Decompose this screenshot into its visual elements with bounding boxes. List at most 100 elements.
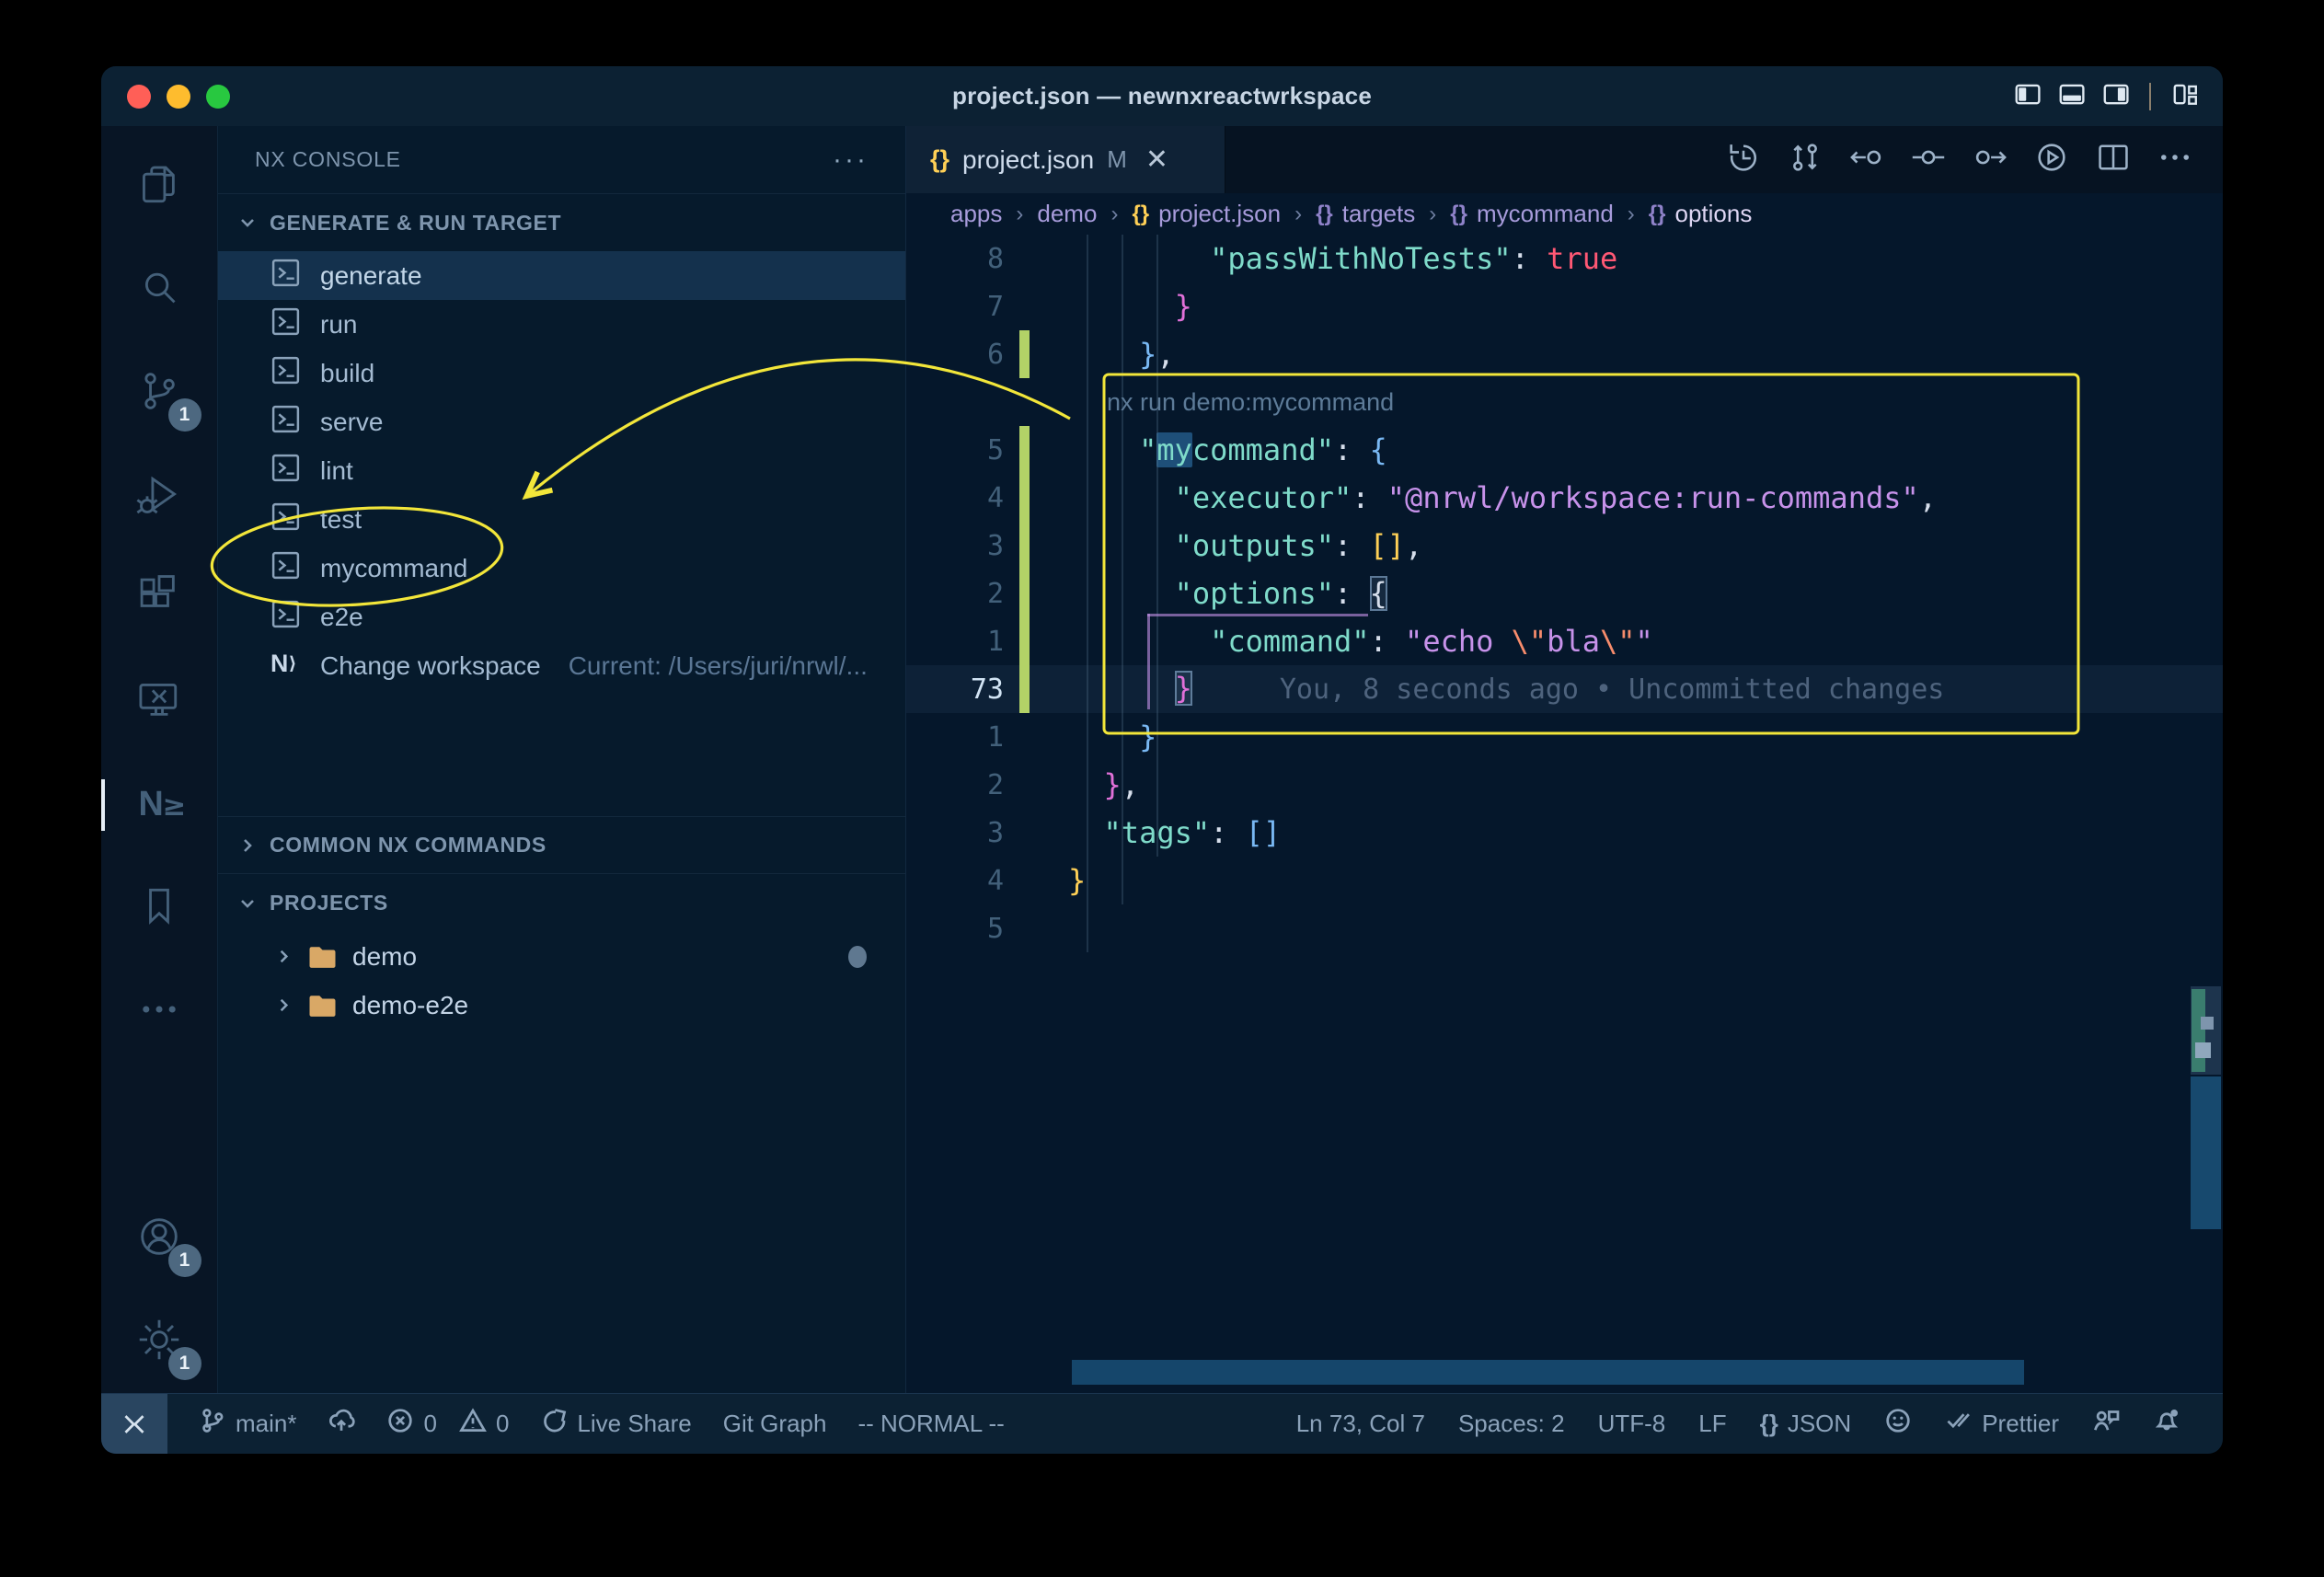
gutter [1019, 809, 1030, 857]
status-problems[interactable]: 00 [386, 1407, 509, 1441]
timeline-icon[interactable] [1725, 139, 1762, 180]
status-feedback[interactable] [1884, 1407, 1912, 1441]
fetch-icon[interactable] [1787, 139, 1824, 180]
activity-bar-item-remote-explorer[interactable] [101, 650, 218, 754]
codelens-run-command[interactable]: nx run demo:mycommand [1107, 388, 1394, 417]
breadcrumb-item-apps[interactable]: apps [950, 200, 1002, 228]
breadcrumb-label: targets [1342, 200, 1416, 228]
tab-close-icon[interactable]: ✕ [1145, 144, 1168, 176]
activity-bar-item-run-debug[interactable] [101, 444, 218, 547]
line-number: 5 [906, 913, 1017, 945]
sidebar-item-mycommand[interactable]: mycommand [218, 544, 905, 593]
horizontal-scrollbar[interactable] [1072, 1360, 2024, 1385]
activity-bar-item-more[interactable] [101, 960, 218, 1063]
more-icon[interactable] [2157, 139, 2193, 180]
sidebar-item-change-workspace[interactable]: N⟩Change workspaceCurrent: /Users/juri/n… [218, 641, 905, 690]
status-label: 0 [496, 1410, 509, 1438]
vertical-scrollbar-thumb[interactable] [2191, 1076, 2221, 1229]
sidebar-more-actions-icon[interactable]: ··· [833, 144, 869, 176]
indent-guide [1156, 235, 1158, 857]
close-window-button[interactable] [127, 85, 151, 109]
section-projects[interactable]: PROJECTS [218, 874, 905, 932]
status-cursor-position[interactable]: Ln 73, Col 7 [1296, 1410, 1425, 1438]
project-row-demo[interactable]: demo [218, 932, 905, 981]
tab-project-json[interactable]: {} project.json M ✕ [906, 126, 1225, 193]
breadcrumb-item-targets[interactable]: {}targets [1316, 200, 1415, 228]
editor-actions [1725, 126, 2223, 193]
change-icon[interactable] [1910, 139, 1947, 180]
status-prettier[interactable]: Prettier [1945, 1407, 2059, 1441]
status-label: -- NORMAL -- [857, 1410, 1004, 1438]
explorer-icon [135, 161, 183, 213]
status-person-feedback[interactable] [2092, 1407, 2120, 1441]
minimap-mark[interactable] [2201, 1017, 2214, 1030]
breadcrumb-item-options[interactable]: {}options [1649, 200, 1753, 228]
cloud-icon [328, 1407, 355, 1441]
breadcrumb-item-mycommand[interactable]: {}mycommand [1450, 200, 1614, 228]
status-sync[interactable] [328, 1407, 355, 1441]
code-editor[interactable]: 8 "passWithNoTests": true7 }6 },nx run d… [906, 235, 2223, 1393]
activity-bar-item-explorer[interactable] [101, 135, 218, 238]
sidebar-item-label: test [320, 505, 362, 535]
line-number: 1 [906, 721, 1017, 754]
activity-bar-item-accounts[interactable]: 1 [101, 1187, 218, 1290]
split-editor-icon[interactable] [2095, 139, 2132, 180]
breadcrumb-item-demo[interactable]: demo [1037, 200, 1097, 228]
toggle-sidebar-left-icon[interactable] [2013, 80, 2041, 112]
toggle-sidebar-right-icon[interactable] [2101, 80, 2129, 112]
status-label: Prettier [1982, 1410, 2059, 1438]
status-vim-mode[interactable]: -- NORMAL -- [857, 1410, 1004, 1438]
breadcrumb-item-project-json[interactable]: {}project.json [1132, 200, 1281, 228]
activity-bar-item-search[interactable] [101, 238, 218, 341]
terminal-icon [270, 257, 302, 295]
history-play-icon[interactable] [2033, 139, 2070, 180]
activity-bar-item-settings[interactable]: 1 [101, 1290, 218, 1393]
next-change-icon[interactable] [1972, 139, 2008, 180]
status-live-share[interactable]: Live Share [540, 1407, 691, 1441]
status-eol[interactable]: LF [1698, 1410, 1726, 1438]
bookmarks-icon [135, 882, 183, 935]
code-line: 5 "mycommand": { [906, 426, 2223, 474]
project-row-demo-e2e[interactable]: demo-e2e [218, 981, 905, 1030]
sidebar-item-serve[interactable]: serve [218, 397, 905, 446]
status-encoding[interactable]: UTF-8 [1598, 1410, 1666, 1438]
minimap-mark[interactable] [2195, 1042, 2211, 1058]
sidebar-item-lint[interactable]: lint [218, 446, 905, 495]
sidebar-title: NX CONSOLE [255, 147, 401, 172]
status-git-branch[interactable]: main* [199, 1407, 296, 1441]
sidebar-item-test[interactable]: test [218, 495, 905, 544]
status-notifications[interactable] [2153, 1407, 2180, 1441]
code-line: 2 }, [906, 761, 2223, 809]
activity-bar-item-source-control[interactable]: 1 [101, 341, 218, 444]
titlebar[interactable]: project.json — newnxreactwrkspace [101, 66, 2223, 126]
code-line: 8 "passWithNoTests": true [906, 235, 2223, 282]
prev-change-icon[interactable] [1848, 139, 1885, 180]
code-line: 4} [906, 857, 2223, 904]
status-label: JSON [1788, 1410, 1851, 1438]
status-git-graph[interactable]: Git Graph [723, 1410, 827, 1438]
status-language-mode[interactable]: {}JSON [1760, 1410, 1852, 1438]
activity-bar-item-bookmarks[interactable] [101, 857, 218, 960]
section-generate-run-target[interactable]: GENERATE & RUN TARGET [218, 193, 905, 251]
customize-layout-icon[interactable] [2171, 80, 2199, 112]
modified-gutter-indicator [1019, 330, 1030, 378]
activity-bar-item-extensions[interactable] [101, 547, 218, 650]
toggle-panel-icon[interactable] [2057, 80, 2085, 112]
code-text: "passWithNoTests": true [1068, 235, 1617, 282]
sidebar-item-run[interactable]: run [218, 300, 905, 349]
remote-indicator[interactable] [101, 1394, 167, 1454]
sidebar-item-generate[interactable]: generate [218, 251, 905, 300]
code-line: 3 "tags": [] [906, 809, 2223, 857]
activity-bar-item-nx-console[interactable]: N≥ [101, 754, 218, 857]
status-indentation[interactable]: Spaces: 2 [1458, 1410, 1565, 1438]
zoom-window-button[interactable] [206, 85, 230, 109]
sidebar-item-build[interactable]: build [218, 349, 905, 397]
section-common-nx-commands[interactable]: COMMON NX COMMANDS [218, 816, 905, 874]
overview-ruler-modified[interactable] [2192, 989, 2205, 1072]
svg-text:N: N [139, 785, 164, 823]
minimize-window-button[interactable] [167, 85, 190, 109]
code-text: "tags": [] [1068, 809, 1281, 857]
sidebar-item-e2e[interactable]: e2e [218, 593, 905, 641]
breadcrumb-label: mycommand [1477, 200, 1614, 228]
terminal-icon [270, 501, 302, 539]
